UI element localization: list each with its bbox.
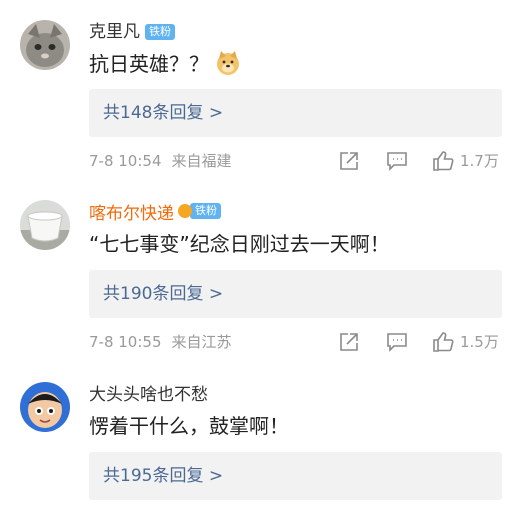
share-icon[interactable] — [338, 331, 360, 353]
replies-link[interactable]: 共148条回复 > — [89, 89, 502, 137]
comment-time: 7-8 10:55 — [89, 333, 162, 351]
doge-emoji-icon — [215, 50, 241, 83]
comment-time: 7-8 10:54 — [89, 152, 162, 170]
comment-meta: 7-8 10:55 来自江苏 — [89, 332, 232, 352]
username-text[interactable]: 克里凡 — [89, 22, 140, 42]
replies-link[interactable]: 共190条回复 > — [89, 270, 502, 318]
replies-link[interactable]: 共195条回复 > — [89, 452, 502, 500]
username[interactable]: 大头头啥也不愁 — [89, 384, 208, 406]
like-icon[interactable] — [432, 331, 454, 353]
comment-icon[interactable] — [386, 331, 408, 353]
bottom-cutoff — [0, 514, 520, 520]
username-text[interactable]: 大头头啥也不愁 — [89, 385, 208, 405]
like-icon[interactable] — [432, 150, 454, 172]
username[interactable]: 喀布尔快递 铁粉 — [89, 203, 221, 225]
like-count: 1.7万 — [460, 152, 499, 170]
avatar[interactable] — [20, 382, 70, 432]
fan-badge-group[interactable]: 铁粉 — [178, 203, 221, 219]
comment-text: 愣着干什么，鼓掌啊！ — [89, 414, 289, 438]
comment-text: “七七事变”纪念日刚过去一天啊！ — [89, 232, 390, 256]
fan-badge[interactable]: 铁粉 — [145, 24, 175, 40]
comment-text-content: 抗日英雄？？ — [89, 52, 209, 76]
avatar[interactable] — [20, 20, 70, 70]
comment-text: 抗日英雄？？ — [89, 50, 241, 83]
username-text[interactable]: 喀布尔快递 — [89, 204, 174, 224]
comment-meta: 7-8 10:54 来自福建 — [89, 151, 232, 171]
crown-icon — [178, 204, 192, 218]
comment-location: 来自福建 — [171, 152, 232, 170]
cartoon-avatar-image — [20, 382, 70, 432]
like-count: 1.5万 — [460, 333, 499, 351]
fan-badge[interactable]: 铁粉 — [190, 203, 221, 219]
share-icon[interactable] — [338, 150, 360, 172]
comment-location: 来自江苏 — [171, 333, 232, 351]
username[interactable]: 克里凡 铁粉 — [89, 21, 175, 43]
cup-avatar-image — [20, 200, 70, 250]
avatar[interactable] — [20, 200, 70, 250]
cat-avatar-image — [20, 20, 70, 70]
comment-icon[interactable] — [386, 150, 408, 172]
